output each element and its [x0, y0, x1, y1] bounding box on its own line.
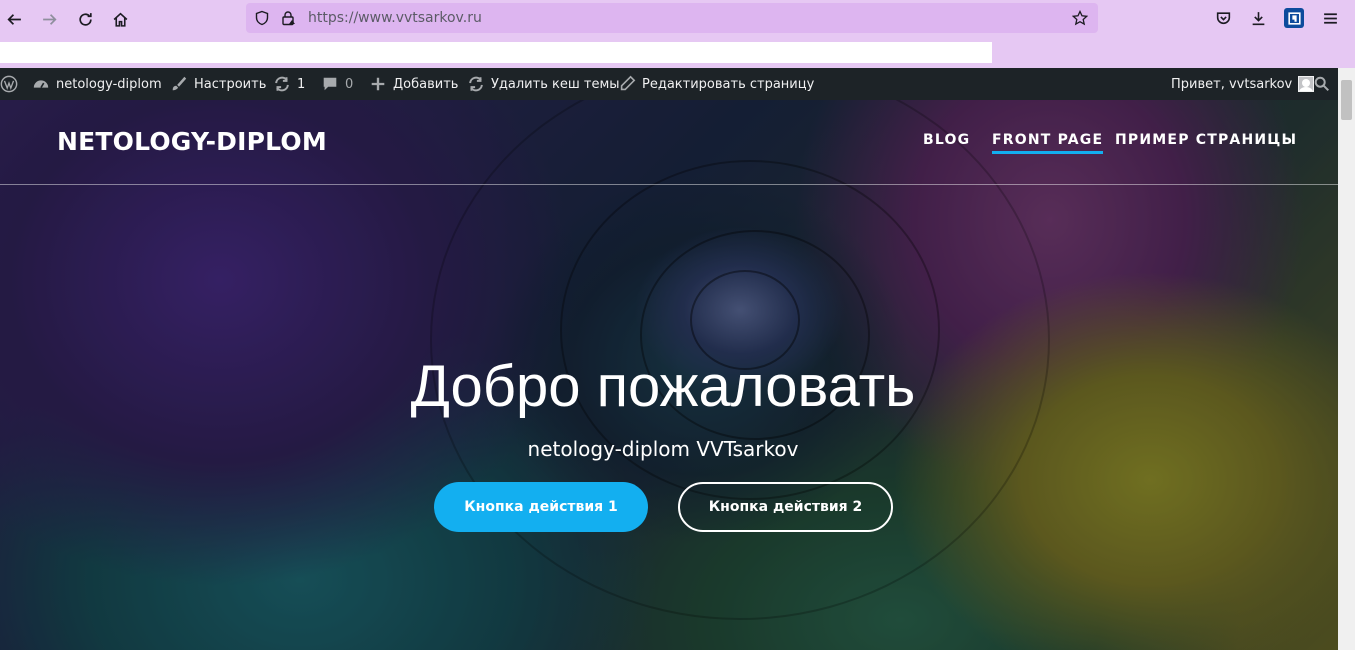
nav-blog[interactable]: BLOG [923, 132, 970, 148]
scrollbar-thumb[interactable] [1341, 80, 1352, 120]
wp-admin-bar: netology-diplom Настроить 1 0 Добавить У… [0, 68, 1355, 100]
address-bar[interactable]: https://www.vvtsarkov.ru [246, 3, 1098, 33]
notice-strip [0, 42, 992, 63]
site-title[interactable]: NETOLOGY-DIPLOM [57, 127, 327, 156]
edit-page-label: Редактировать страницу [642, 76, 815, 92]
url-text[interactable]: https://www.vvtsarkov.ru [308, 10, 482, 26]
brush-icon [170, 75, 188, 93]
download-icon[interactable] [1248, 8, 1268, 28]
customize-link[interactable]: Настроить [170, 68, 266, 100]
extension-icon[interactable] [1284, 8, 1304, 28]
clear-cache-link[interactable]: Удалить кеш темы [467, 68, 620, 100]
pocket-icon[interactable] [1213, 8, 1233, 28]
home-icon[interactable] [108, 7, 132, 31]
forward-icon[interactable] [37, 7, 61, 31]
comments-count: 0 [345, 76, 354, 92]
hero-title: Добро пожаловать [410, 354, 916, 419]
updates-count: 1 [297, 76, 306, 92]
comment-icon [321, 75, 339, 93]
star-icon[interactable] [1071, 9, 1089, 26]
hero-section: NETOLOGY-DIPLOM BLOG FRONT PAGE ПРИМЕР С… [0, 100, 1338, 650]
updates-link[interactable]: 1 [273, 68, 305, 100]
search-button[interactable] [1313, 68, 1331, 100]
menu-icon[interactable] [1320, 8, 1340, 28]
comments-link[interactable]: 0 [321, 68, 353, 100]
refresh-icon [467, 75, 485, 93]
back-icon[interactable] [2, 7, 26, 31]
add-new-label: Добавить [393, 76, 459, 92]
avatar [1298, 76, 1315, 92]
greeting-label: Привет, vvtsarkov [1171, 76, 1293, 92]
wordpress-icon [0, 75, 18, 93]
site-header: NETOLOGY-DIPLOM BLOG FRONT PAGE ПРИМЕР С… [0, 100, 1338, 185]
edit-page-link[interactable]: Редактировать страницу [618, 68, 814, 100]
updates-icon [273, 75, 291, 93]
reload-icon[interactable] [73, 7, 97, 31]
customize-label: Настроить [194, 76, 267, 92]
browser-toolbar: https://www.vvtsarkov.ru [0, 0, 1355, 38]
my-account-link[interactable]: Привет, vvtsarkov [1171, 68, 1315, 100]
plus-icon [369, 75, 387, 93]
page-scrollbar[interactable] [1338, 68, 1355, 650]
wordpress-logo-button[interactable] [0, 68, 18, 100]
call-to-action-2-button[interactable]: Кнопка действия 2 [678, 482, 893, 532]
site-name-link[interactable]: netology-diplom [32, 68, 162, 100]
site-name-label: netology-diplom [56, 76, 162, 92]
dashboard-icon [32, 75, 50, 93]
pencil-icon [618, 75, 636, 93]
nav-sample-page[interactable]: ПРИМЕР СТРАНИЦЫ [1115, 132, 1297, 148]
shield-icon[interactable] [254, 10, 270, 26]
nav-front-page[interactable]: FRONT PAGE [992, 132, 1104, 154]
clear-cache-label: Удалить кеш темы [491, 76, 620, 92]
hero-subtitle: netology-diplom VVTsarkov [527, 437, 799, 461]
search-icon [1313, 75, 1331, 93]
add-new-link[interactable]: Добавить [369, 68, 458, 100]
lock-icon[interactable] [280, 10, 296, 26]
call-to-action-1-button[interactable]: Кнопка действия 1 [434, 482, 648, 532]
